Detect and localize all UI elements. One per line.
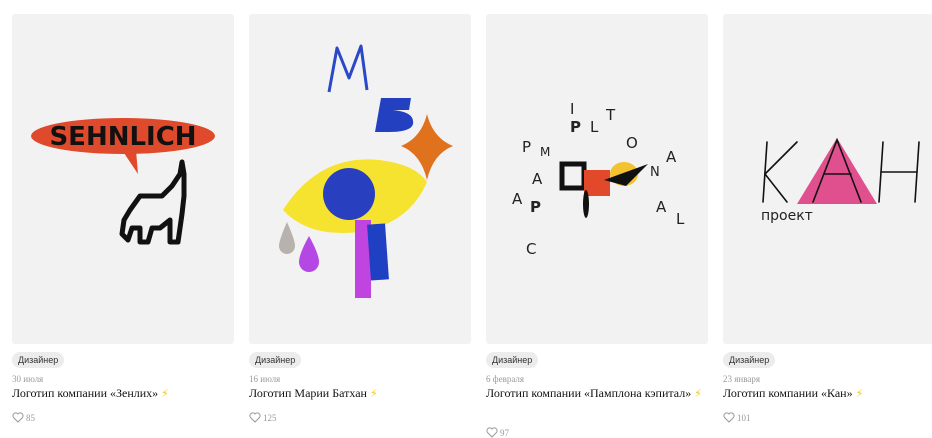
svg-text:C: C: [526, 240, 536, 258]
card-title-text: Логотип компании «Памплона кэпитал»: [486, 386, 692, 400]
card-title-text: Логотип Марии Батхан: [249, 386, 367, 400]
publish-date: 16 июля: [249, 374, 281, 384]
bolt-icon: ⚡: [369, 387, 378, 400]
category-badge[interactable]: Дизайнер: [723, 352, 776, 368]
card-image-pamplona[interactable]: I P L T O P M A N A A L A P C: [486, 14, 708, 344]
card-image-kan[interactable]: проект: [723, 14, 932, 344]
svg-text:O: O: [626, 134, 638, 152]
bolt-icon: ⚡: [694, 387, 702, 400]
publish-date: 23 января: [723, 374, 760, 384]
publish-date: 30 июля: [12, 374, 44, 384]
pink-triangle-logo-icon: проект: [761, 137, 920, 224]
portfolio-grid: SEHNLICH Дизайнер 30 июля Логотип компан…: [12, 14, 932, 438]
like-count: 125: [263, 412, 277, 423]
card-title-text: Логотип компании «Зенлих»: [12, 386, 159, 400]
portfolio-card[interactable]: SEHNLICH Дизайнер 30 июля Логотип компан…: [12, 14, 234, 434]
card-image-sehnlich[interactable]: SEHNLICH: [12, 14, 234, 344]
like-counter[interactable]: 125: [249, 412, 277, 423]
portfolio-card[interactable]: I P L T O P M A N A A L A P C Дизайнер 6…: [486, 14, 708, 438]
category-badge[interactable]: Дизайнер: [249, 352, 302, 368]
svg-text:P: P: [570, 118, 581, 136]
svg-text:T: T: [605, 106, 616, 124]
svg-text:L: L: [676, 210, 685, 228]
scattered-letters-logo-icon: I P L T O P M A N A A L A P C: [512, 100, 685, 258]
portfolio-card[interactable]: Дизайнер 16 июля Логотип Марии Батхан ⚡ …: [249, 14, 471, 434]
card-title-text: Логотип компании «Кан»: [723, 386, 853, 400]
heart-icon: [249, 412, 261, 423]
card-image-batkhan[interactable]: [249, 14, 471, 344]
card-title[interactable]: Логотип Марии Батхан ⚡: [249, 386, 471, 401]
heart-icon: [12, 412, 24, 423]
svg-text:I: I: [570, 100, 574, 118]
svg-text:проект: проект: [761, 208, 813, 224]
svg-text:A: A: [656, 198, 667, 216]
card-title[interactable]: Логотип компании «Памплона кэпитал» ⚡: [486, 386, 708, 401]
elephant-speech-bubble-logo-icon: SEHNLICH: [31, 118, 215, 245]
abstract-eye-logo-icon: [279, 44, 453, 298]
bolt-icon: ⚡: [161, 387, 169, 400]
portfolio-card[interactable]: проект Дизайнер 23 января Логотип компан…: [723, 14, 932, 434]
svg-text:SEHNLICH: SEHNLICH: [49, 122, 196, 152]
heart-icon: [723, 412, 735, 423]
like-counter[interactable]: 101: [723, 412, 751, 423]
like-count: 101: [737, 412, 751, 423]
svg-text:N: N: [650, 165, 660, 180]
bolt-icon: ⚡: [855, 387, 864, 400]
category-badge[interactable]: Дизайнер: [12, 352, 65, 368]
svg-text:A: A: [512, 190, 523, 208]
svg-text:A: A: [532, 170, 543, 188]
category-badge[interactable]: Дизайнер: [486, 352, 539, 368]
svg-text:P: P: [530, 198, 541, 216]
card-title[interactable]: Логотип компании «Кан» ⚡: [723, 386, 932, 401]
publish-date: 6 февраля: [486, 374, 525, 384]
like-count: 85: [26, 412, 35, 423]
like-count: 97: [500, 427, 509, 438]
heart-icon: [486, 427, 498, 438]
svg-text:A: A: [666, 148, 677, 166]
like-counter[interactable]: 97: [486, 427, 509, 438]
like-counter[interactable]: 85: [12, 412, 35, 423]
svg-text:P: P: [522, 138, 531, 156]
svg-text:M: M: [540, 145, 550, 159]
svg-text:L: L: [590, 118, 599, 136]
card-title[interactable]: Логотип компании «Зенлих» ⚡: [12, 386, 234, 401]
